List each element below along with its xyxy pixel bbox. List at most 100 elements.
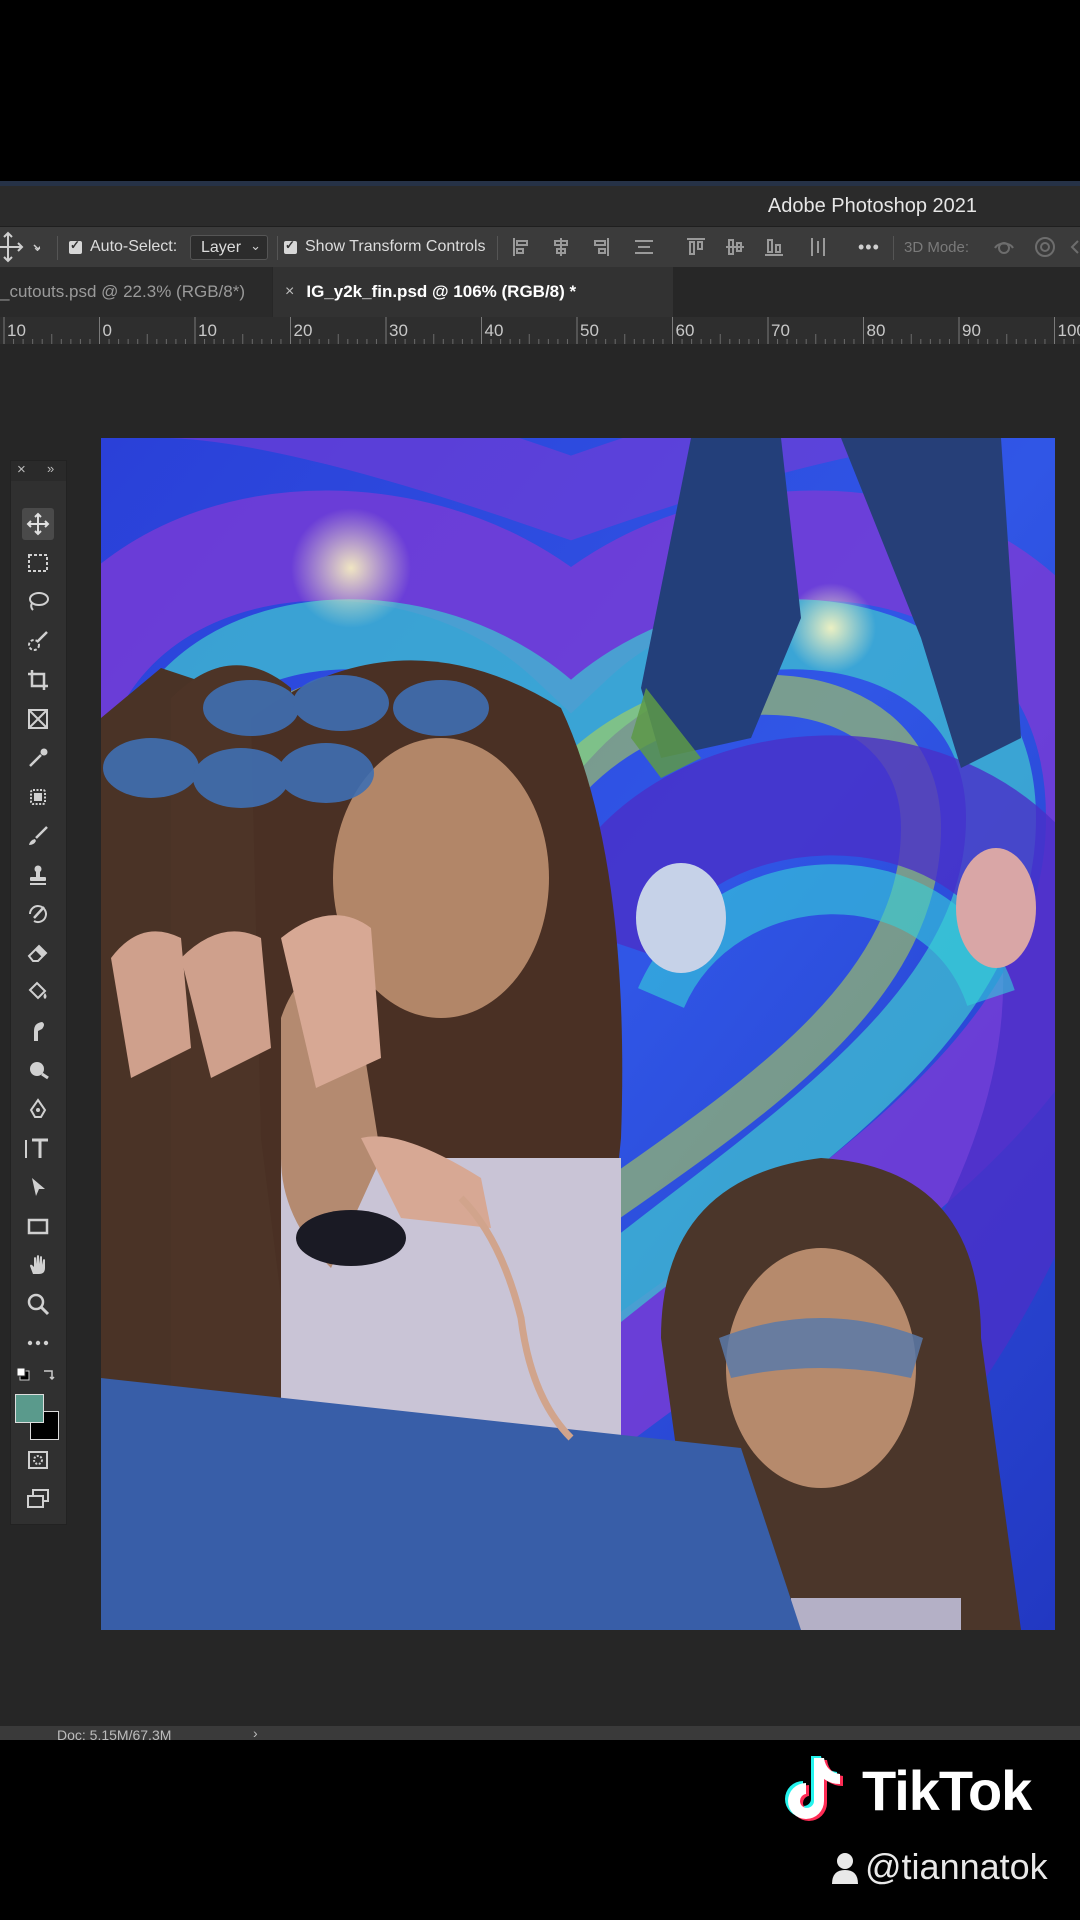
foreground-color-swatch[interactable] [15, 1394, 44, 1423]
chevron-down-icon[interactable]: ⌄ [32, 227, 43, 267]
ruler-label: 30 [389, 321, 408, 340]
ruler-label: 40 [485, 321, 504, 340]
eyedropper-tool[interactable] [22, 742, 54, 774]
tiktok-logo-icon [785, 1756, 843, 1821]
crop-icon [28, 670, 48, 690]
show-transform-controls-checkbox[interactable]: Show Transform Controls [284, 227, 486, 267]
type-icon [25, 1138, 48, 1158]
ruler-label: 0 [103, 321, 112, 340]
hand-tool[interactable] [22, 1249, 54, 1281]
ruler-label: 70 [771, 321, 790, 340]
eyedropper-icon [29, 748, 48, 767]
healing-brush-tool[interactable] [22, 781, 54, 813]
user-icon [832, 1853, 858, 1884]
3d-roll-icon[interactable] [1033, 235, 1057, 259]
history-brush-tool[interactable] [22, 898, 54, 930]
screen-mode[interactable] [22, 1483, 54, 1515]
align-right-icon[interactable] [588, 235, 612, 259]
auto-select-checkbox[interactable]: Auto-Select: [69, 227, 177, 267]
move-tool[interactable] [22, 508, 54, 540]
frame-icon [28, 709, 48, 729]
stamp-icon [30, 865, 46, 885]
align-vertical-center-icon[interactable] [723, 235, 747, 259]
quick-selection-tool[interactable] [22, 625, 54, 657]
tab-cutouts[interactable]: _cutouts.psd @ 22.3% (RGB/8*) [0, 267, 272, 317]
expand-icon[interactable]: » [47, 461, 54, 476]
document-size-info: Doc: 5.15M/67.3M [57, 1727, 172, 1740]
lasso-tool[interactable] [22, 586, 54, 618]
quick-mask-mode[interactable] [22, 1444, 54, 1476]
path-selection-tool[interactable] [22, 1171, 54, 1203]
ruler-label: 10 [198, 321, 217, 340]
move-icon [26, 512, 50, 536]
ruler-label: 100 [1058, 321, 1080, 340]
zoom-tool[interactable] [22, 1288, 54, 1320]
screen-mode-icon [27, 1489, 49, 1508]
zoom-icon [27, 1293, 50, 1316]
ruler-label: 90 [962, 321, 981, 340]
frame-tool[interactable] [22, 703, 54, 735]
hand-icon [30, 1255, 45, 1274]
crop-tool[interactable] [22, 664, 54, 696]
title-bar: Adobe Photoshop 2021 [0, 186, 1080, 226]
distribute-vertical-icon[interactable] [632, 235, 656, 259]
paint-bucket-tool[interactable] [22, 976, 54, 1008]
app-title: Adobe Photoshop 2021 [767, 195, 977, 217]
default-colors-icon[interactable] [16, 1367, 30, 1381]
distribute-horizontal-icon[interactable] [806, 235, 830, 259]
ruler-label: 50 [580, 321, 599, 340]
collage-artwork-image [101, 438, 1055, 1630]
status-menu-arrow[interactable]: › [253, 1726, 258, 1740]
dodge-icon [30, 1062, 49, 1080]
tools-panel-header: × » [11, 461, 66, 481]
3d-drag-icon[interactable] [1068, 235, 1080, 259]
align-horizontal-center-icon[interactable] [549, 235, 573, 259]
type-tool[interactable] [22, 1132, 54, 1164]
close-icon[interactable]: × [17, 461, 26, 478]
options-bar: ⌄ Auto-Select: Layer ⌄ Show Transform Co… [0, 226, 1080, 268]
align-bottom-icon[interactable] [762, 235, 786, 259]
more-options-button[interactable]: ••• [858, 227, 880, 267]
eraser-tool[interactable] [22, 937, 54, 969]
chevron-down-icon: ⌄ [250, 238, 261, 253]
auto-select-label: Auto-Select: [90, 238, 178, 255]
separator [497, 236, 498, 260]
swap-colors-icon[interactable] [42, 1367, 56, 1381]
ruler-label: 10 [7, 321, 26, 340]
checkbox-checked-icon [284, 238, 297, 254]
document-canvas[interactable] [101, 438, 1055, 1630]
align-left-icon[interactable] [510, 235, 534, 259]
pen-icon [29, 1098, 47, 1118]
separator [893, 236, 894, 260]
smudge-tool[interactable] [22, 1015, 54, 1047]
bandage-icon [30, 789, 46, 805]
marquee-tool[interactable] [22, 547, 54, 579]
separator [277, 236, 278, 260]
quick-mask-icon [28, 1451, 48, 1469]
show-transform-controls-label: Show Transform Controls [305, 238, 486, 255]
tools-panel: × » [10, 460, 67, 1525]
brush-icon [29, 826, 48, 845]
close-icon[interactable]: × [285, 283, 294, 301]
arrow-pointer-icon [32, 1178, 45, 1196]
align-top-icon[interactable] [684, 235, 708, 259]
rectangle-tool[interactable] [22, 1210, 54, 1242]
checkbox-checked-icon [69, 238, 82, 254]
lasso-icon [29, 592, 49, 611]
tab-label: _cutouts.psd @ 22.3% (RGB/8*) [0, 282, 245, 301]
pen-tool[interactable] [22, 1093, 54, 1125]
smudge-icon [34, 1022, 44, 1041]
more-tools[interactable] [22, 1327, 54, 1359]
dodge-tool[interactable] [22, 1054, 54, 1086]
brush-tool[interactable] [22, 820, 54, 852]
3d-mode-label: 3D Mode: [904, 238, 970, 256]
ruler-label: 80 [867, 321, 886, 340]
auto-select-dropdown[interactable]: Layer ⌄ [190, 235, 268, 260]
tab-label: IG_y2k_fin.psd @ 106% (RGB/8) * [306, 282, 577, 301]
quick-selection-icon [28, 631, 48, 651]
horizontal-ruler: 100102030405060708090100 [0, 317, 1080, 345]
clone-stamp-tool[interactable] [22, 859, 54, 891]
tab-ig-y2k-fin[interactable]: × IG_y2k_fin.psd @ 106% (RGB/8) * [273, 267, 673, 317]
3d-orbit-icon[interactable] [992, 235, 1016, 259]
creator-handle: @tiannatok [865, 1846, 1048, 1887]
